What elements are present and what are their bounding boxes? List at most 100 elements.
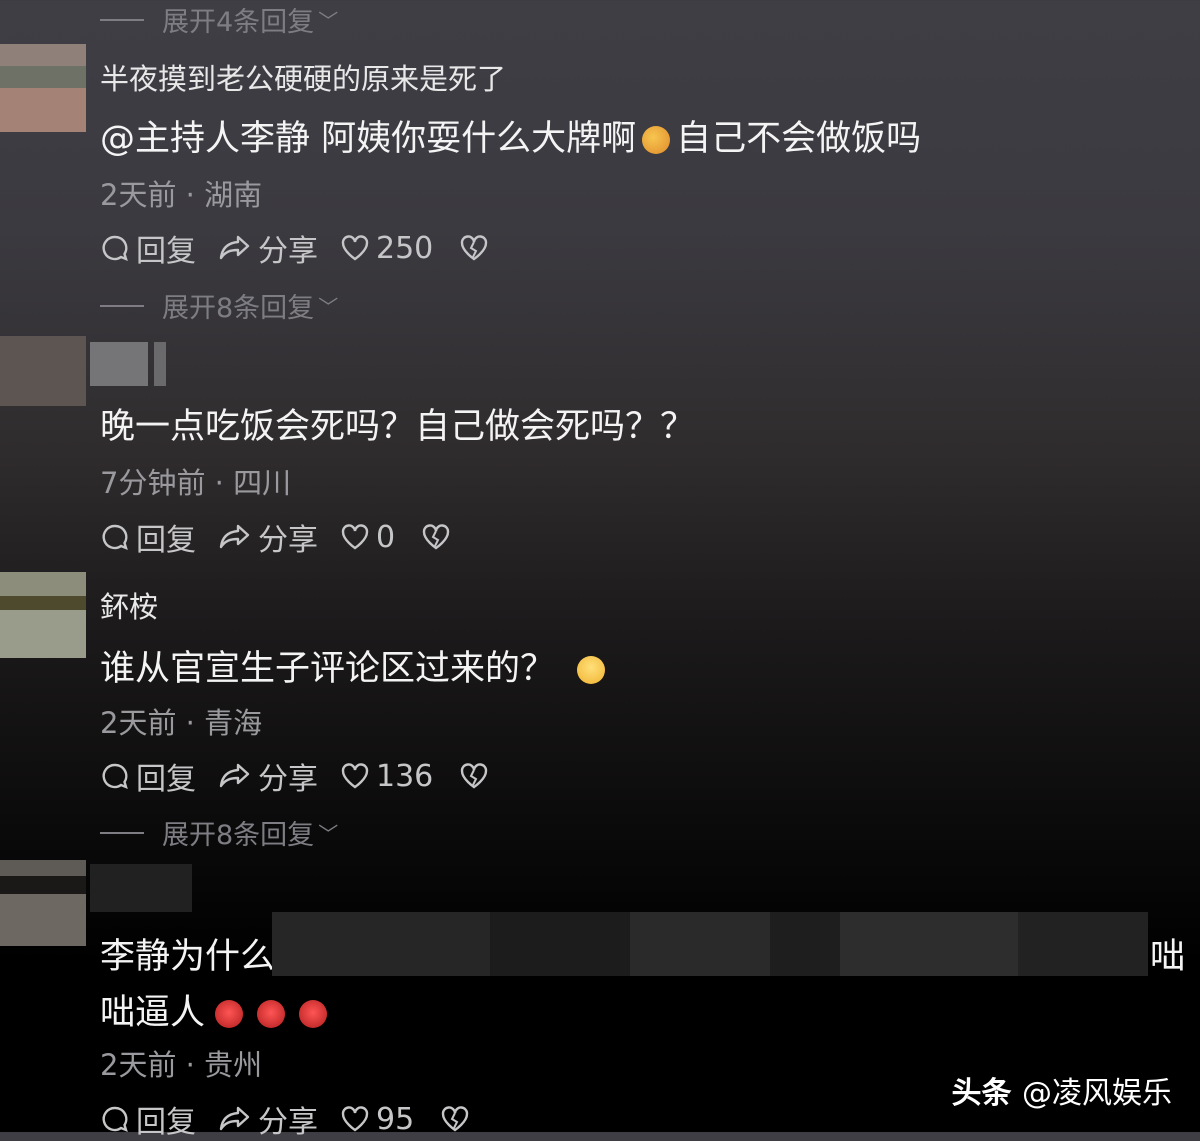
username-blurred [154,342,166,386]
reply-button[interactable]: 回复 [100,515,196,559]
share-icon [219,763,250,788]
share-label: 分享 [258,234,318,269]
comment-icon [102,235,128,262]
comment-meta: 7分钟前 · 四川 [100,460,291,502]
like-button[interactable]: 0 [340,520,395,555]
heartbreak-icon [422,524,450,550]
comment-text-part: 谁从官宣生子评论区过来的？ [100,649,556,689]
heartbreak-icon [461,763,488,789]
like-button[interactable]: 95 [340,1102,414,1137]
reply-button[interactable]: 回复 [100,1097,196,1141]
expand-replies-label: 展开8条回复 [162,293,315,324]
comment-location: 四川 [233,466,292,500]
share-button[interactable]: 分享 [218,515,318,559]
avatar[interactable] [0,44,86,132]
expand-replies-link[interactable]: 展开8条回复 ﹀ [100,813,338,852]
share-label: 分享 [258,523,318,558]
heart-icon [341,524,369,550]
username[interactable]: 鈈桉 [100,584,158,626]
heart-icon [341,1106,369,1132]
reply-button[interactable]: 回复 [100,754,196,798]
meta-separator: · [214,466,224,500]
like-count: 250 [376,230,434,266]
comment-text-part: 咄 [1150,937,1186,977]
comment-text: 晚一点吃饭会死吗？自己做会死吗？？ [100,407,696,447]
comment-text: @主持人李静 阿姨你耍什么大牌啊 自己不会做饭吗 [100,110,921,161]
censor-block [770,912,840,976]
share-icon [219,524,250,549]
comment-text-part: 咄逼人 [100,993,206,1033]
expand-replies-link[interactable]: 展开4条回复 ﹀ [100,0,338,39]
comment-actions: 回复 分享 250 [100,226,517,270]
watermark-brand: 头条 [951,1076,1012,1111]
expand-replies-label: 展开8条回复 [162,820,315,851]
meta-separator: · [185,706,195,740]
share-button[interactable]: 分享 [218,226,318,270]
comment-time: 2天前 [100,706,177,740]
heart-icon [341,763,369,789]
comment-text-part: @主持人李静 阿姨你耍什么大牌啊 [100,119,637,159]
username[interactable]: 半夜摸到老公硬硬的原来是死了 [100,56,506,98]
meta-separator: · [185,178,195,212]
share-button[interactable]: 分享 [218,754,318,798]
share-button[interactable]: 分享 [218,1097,318,1141]
comment-actions: 回复 分享 136 [100,754,517,798]
expand-dash [100,18,144,21]
censor-block [272,912,490,976]
dislike-button[interactable] [459,234,495,262]
username-blurred [90,864,192,912]
comment-text: 谁从官宣生子评论区过来的？ [100,640,606,691]
comment-meta: 2天前 · 湖南 [100,172,262,214]
angry-emoji-icon [257,1000,286,1028]
comment-text: 咄逼人 [100,984,328,1035]
username-blurred [90,342,148,386]
censor-block [630,912,770,976]
reply-button[interactable]: 回复 [100,226,196,270]
comment-icon [102,763,128,790]
like-count: 95 [376,1101,415,1137]
chevron-down-icon: ﹀ [318,822,339,846]
comment-meta: 2天前 · 青海 [100,700,262,742]
comment-actions: 回复 分享 95 [100,1097,498,1141]
dislike-button[interactable] [459,762,495,790]
like-count: 136 [376,758,434,794]
avatar[interactable] [0,860,86,946]
like-button[interactable]: 136 [340,759,433,794]
dislike-button[interactable] [440,1105,476,1133]
avatar[interactable] [0,336,86,406]
comment-time: 7分钟前 [100,466,206,500]
censor-block [1018,912,1148,976]
avatar[interactable] [0,572,86,658]
like-button[interactable]: 250 [340,231,433,266]
reply-label: 回复 [136,1105,196,1140]
reply-label: 回复 [136,523,196,558]
reply-label: 回复 [136,234,196,269]
expand-replies-label: 展开4条回复 [162,7,315,38]
heart-icon [341,235,369,261]
comment-location: 湖南 [204,178,263,212]
expand-replies-link[interactable]: 展开8条回复 ﹀ [100,286,338,325]
share-label: 分享 [258,1105,318,1140]
comment-time: 2天前 [100,1048,177,1082]
comment-time: 2天前 [100,178,177,212]
chevron-down-icon: ﹀ [318,9,339,33]
chevron-down-icon: ﹀ [318,295,339,319]
comment-icon [102,1106,128,1133]
comment-icon [102,524,128,551]
share-label: 分享 [258,762,318,797]
dislike-button[interactable] [421,523,457,551]
comment-location: 贵州 [204,1048,263,1082]
censor-block [490,912,630,976]
censor-block [840,912,1018,976]
meta-separator: · [185,1048,195,1082]
expand-dash [100,831,144,834]
share-icon [219,1106,250,1131]
crying-emoji-icon [577,656,606,684]
expand-dash [100,304,144,307]
reply-label: 回复 [136,762,196,797]
heartbreak-icon [461,235,488,261]
watermark-handle: @凌风娱乐 [1022,1076,1172,1111]
comment-location: 青海 [204,706,263,740]
like-count: 0 [376,519,396,555]
comment-text-part: 自己不会做饭吗 [676,119,922,159]
